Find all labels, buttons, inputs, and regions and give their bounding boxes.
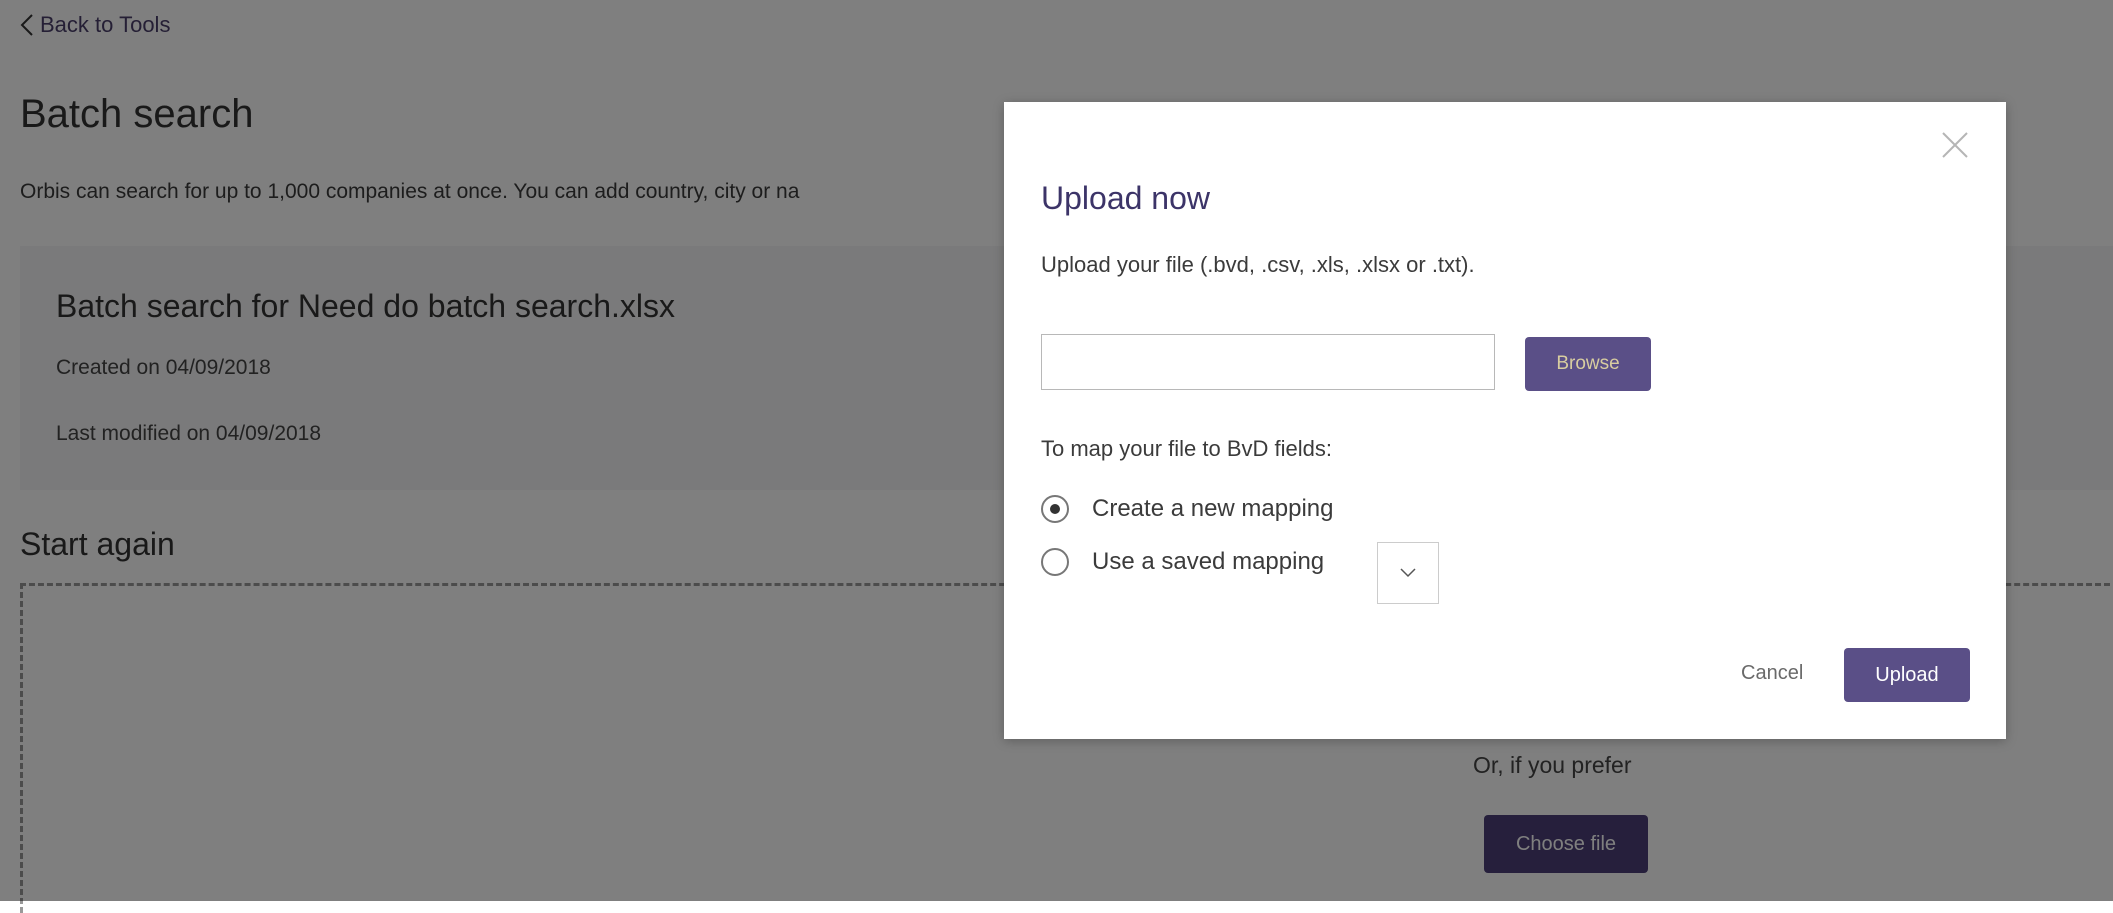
upload-button[interactable]: Upload xyxy=(1844,648,1970,702)
cancel-button[interactable]: Cancel xyxy=(1741,662,1803,685)
use-saved-mapping-label: Use a saved mapping xyxy=(1092,548,1325,575)
mapping-label: To map your file to BvD fields: xyxy=(1041,436,1333,461)
upload-instruction: Upload your file (.bvd, .csv, .xls, .xls… xyxy=(1041,252,1475,277)
upload-dialog: Upload now Upload your file (.bvd, .csv,… xyxy=(1004,102,2006,739)
browse-button[interactable]: Browse xyxy=(1525,337,1651,391)
radio-unchecked-icon[interactable] xyxy=(1041,548,1069,576)
use-saved-mapping-option[interactable]: Use a saved mapping xyxy=(1041,548,1324,576)
dialog-title: Upload now xyxy=(1041,180,1210,216)
create-new-mapping-label: Create a new mapping xyxy=(1092,495,1334,522)
file-path-input[interactable] xyxy=(1041,334,1495,390)
saved-mapping-select[interactable] xyxy=(1377,542,1439,604)
chevron-down-icon xyxy=(1400,568,1416,578)
close-icon[interactable] xyxy=(1940,130,1970,160)
radio-checked-icon[interactable] xyxy=(1041,495,1069,523)
create-new-mapping-option[interactable]: Create a new mapping xyxy=(1041,495,1333,523)
